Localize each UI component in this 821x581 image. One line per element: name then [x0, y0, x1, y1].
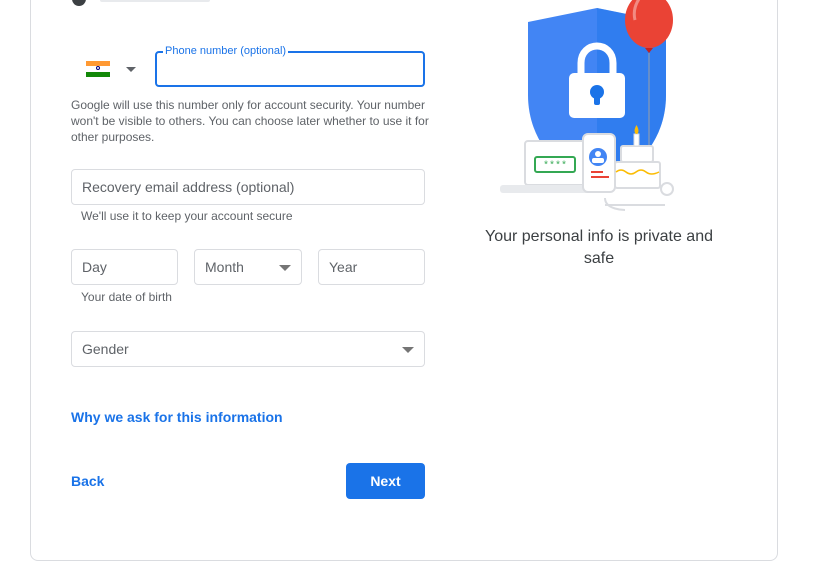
birth-helper-text: Your date of birth	[81, 290, 172, 304]
gender-placeholder: Gender	[82, 341, 129, 357]
birth-year-field[interactable]: Year	[318, 249, 425, 285]
birth-day-field[interactable]: Day	[71, 249, 178, 285]
password-mask: ****	[543, 160, 567, 172]
option-label-partial	[100, 0, 210, 2]
birth-day-placeholder: Day	[82, 259, 107, 275]
birth-month-select[interactable]: Month	[194, 249, 302, 285]
back-button[interactable]: Back	[71, 473, 104, 489]
birth-month-placeholder: Month	[205, 259, 244, 275]
phone-icon	[582, 133, 616, 193]
recovery-email-helper: We'll use it to keep your account secure	[81, 209, 293, 223]
india-flag-icon	[86, 61, 110, 77]
privacy-caption: Your personal info is private and safe	[485, 228, 713, 267]
chevron-down-icon	[279, 265, 291, 271]
recovery-email-placeholder: Recovery email address (optional)	[82, 179, 295, 195]
chevron-down-icon	[126, 67, 136, 72]
birth-year-placeholder: Year	[329, 259, 358, 275]
recovery-email-field[interactable]: Recovery email address (optional)	[71, 169, 425, 205]
country-selector[interactable]	[80, 55, 140, 85]
gender-select[interactable]: Gender	[71, 331, 425, 367]
next-button[interactable]: Next	[346, 463, 425, 499]
phone-helper-text: Google will use this number only for acc…	[71, 98, 429, 144]
privacy-illustration: ****	[495, 0, 685, 212]
why-we-ask-link[interactable]: Why we ask for this information	[71, 409, 283, 425]
phone-number-field[interactable]: Phone number (optional)	[155, 45, 425, 87]
phone-number-input[interactable]	[157, 53, 423, 85]
chevron-down-icon	[402, 347, 414, 353]
